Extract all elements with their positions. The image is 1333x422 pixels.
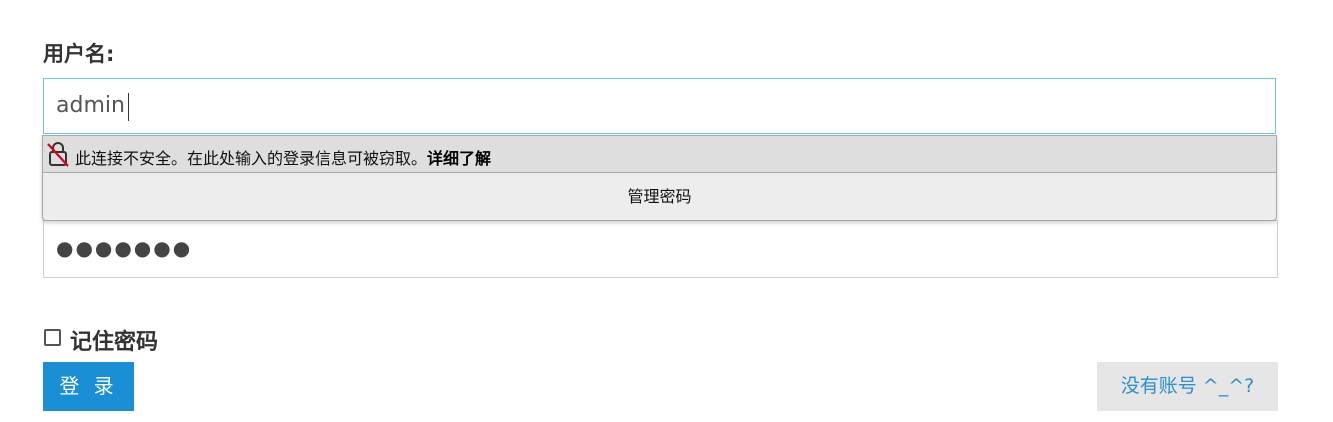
register-button[interactable]: 没有账号 ^_^? — [1097, 362, 1278, 411]
learn-more-link[interactable]: 详细了解 — [427, 149, 491, 168]
insecure-lock-icon — [47, 142, 69, 167]
remember-password-checkbox[interactable] — [44, 329, 61, 346]
username-value: admin — [56, 93, 125, 118]
insecure-message: 此连接不安全。在此处输入的登录信息可被窃取。 — [75, 149, 428, 168]
password-input[interactable]: ●●●●●●● — [43, 220, 1278, 278]
insecure-warning-text: 此连接不安全。在此处输入的登录信息可被窃取。详细了解 — [75, 145, 491, 169]
remember-password-label[interactable]: 记住密码 — [70, 324, 158, 356]
password-value: ●●●●●●● — [56, 236, 193, 260]
login-button[interactable]: 登 录 — [43, 362, 134, 411]
text-caret — [128, 93, 129, 121]
username-label: 用户名: — [43, 42, 115, 66]
manage-passwords-item[interactable]: 管理密码 — [43, 173, 1276, 221]
insecure-warning-row[interactable]: 此连接不安全。在此处输入的登录信息可被窃取。详细了解 — [43, 136, 1276, 173]
username-input[interactable]: admin — [43, 78, 1276, 134]
login-form: 用户名: admin ●●●●●●● 此连接不安全。在此处输入的登录信息可被窃取… — [0, 0, 1333, 422]
autofill-popup: 此连接不安全。在此处输入的登录信息可被窃取。详细了解 管理密码 — [42, 135, 1277, 221]
